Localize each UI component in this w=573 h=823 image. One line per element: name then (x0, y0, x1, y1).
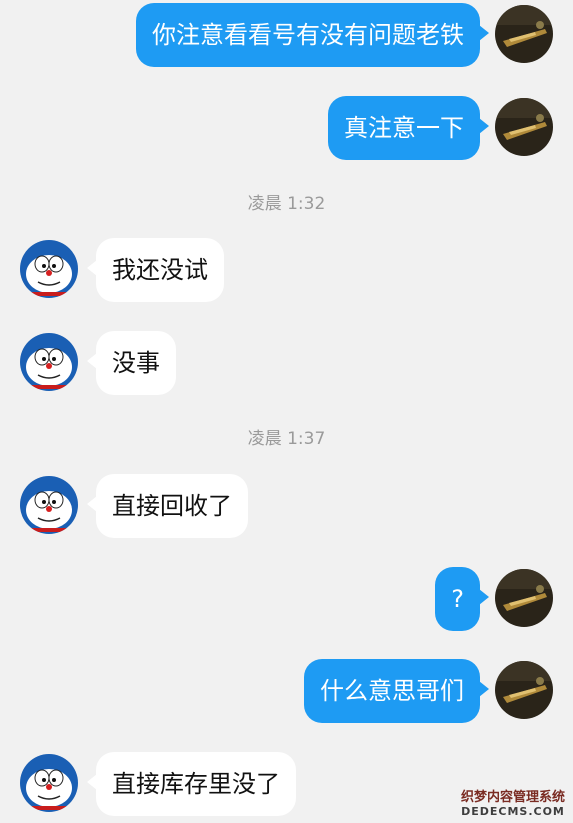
message-bubble[interactable]: 你注意看看号有没有问题老铁 (136, 3, 489, 67)
doraemon-avatar-icon[interactable] (20, 240, 78, 298)
watermark-line2: DEDECMS.COM (461, 805, 565, 818)
message-text: 什么意思哥们 (320, 677, 464, 705)
watermark: 织梦内容管理系统 DEDECMS.COM (461, 791, 565, 817)
message-row-outgoing: 你注意看看号有没有问题老铁 (0, 3, 573, 67)
message-text: 你注意看看号有没有问题老铁 (152, 21, 464, 49)
message-text: 直接回收了 (112, 492, 232, 520)
message-bubble[interactable]: 直接回收了 (87, 474, 248, 538)
message-row-outgoing: ? (0, 567, 573, 631)
bubble-tail (87, 260, 97, 276)
message-row-incoming: 没事 (0, 331, 573, 395)
bubble-tail (87, 353, 97, 369)
message-text: 没事 (112, 349, 160, 377)
bubble-tail (479, 681, 489, 697)
message-bubble[interactable]: 直接库存里没了 (87, 752, 296, 816)
timestamp: 凌晨 1:32 (247, 194, 326, 214)
doraemon-avatar-icon[interactable] (20, 476, 78, 534)
message-row-incoming: 我还没试 (0, 238, 573, 302)
bubble-tail (87, 496, 97, 512)
bubble-tail (87, 774, 97, 790)
doraemon-avatar-icon[interactable] (20, 754, 78, 812)
bubble-tail (479, 118, 489, 134)
message-text: 直接库存里没了 (112, 770, 280, 798)
message-bubble[interactable]: 什么意思哥们 (304, 659, 489, 723)
message-bubble[interactable]: 真注意一下 (328, 96, 489, 160)
message-bubble[interactable]: 没事 (87, 331, 176, 395)
user-avatar-icon[interactable] (495, 5, 553, 63)
user-avatar-icon[interactable] (495, 98, 553, 156)
doraemon-avatar-icon[interactable] (20, 333, 78, 391)
user-avatar-icon[interactable] (495, 569, 553, 627)
message-bubble[interactable]: ? (435, 567, 489, 631)
message-row-outgoing: 什么意思哥们 (0, 659, 573, 723)
message-text: 真注意一下 (344, 114, 464, 142)
bubble-tail (479, 589, 489, 605)
user-avatar-icon[interactable] (495, 661, 553, 719)
message-row-incoming: 直接回收了 (0, 474, 573, 538)
message-text: 我还没试 (112, 256, 208, 284)
watermark-line1: 织梦内容管理系统 (460, 790, 565, 805)
message-text: ? (451, 585, 464, 613)
message-bubble[interactable]: 我还没试 (87, 238, 224, 302)
timestamp: 凌晨 1:37 (247, 429, 326, 449)
bubble-tail (479, 25, 489, 41)
message-row-outgoing: 真注意一下 (0, 96, 573, 160)
